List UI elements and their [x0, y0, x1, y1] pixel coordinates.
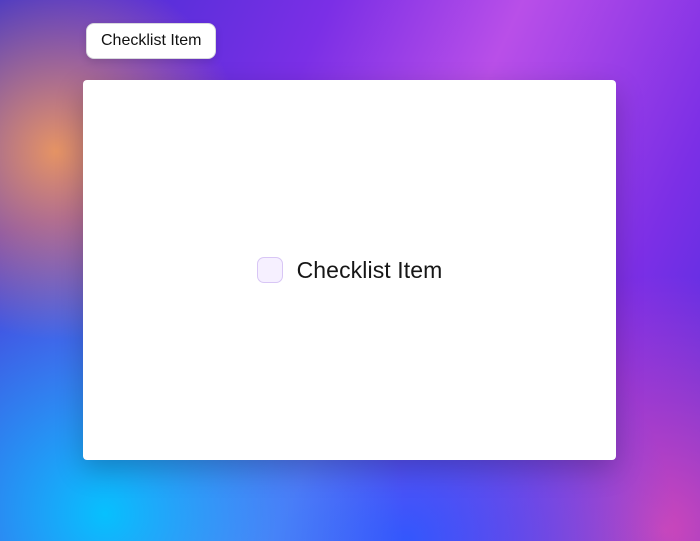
checklist-item-label: Checklist Item [297, 257, 443, 284]
checklist-item[interactable]: Checklist Item [257, 257, 443, 284]
checkbox-icon[interactable] [257, 257, 283, 283]
preview-card: Checklist Item [83, 80, 616, 460]
component-name-badge-text: Checklist Item [101, 32, 201, 49]
component-name-badge: Checklist Item [86, 23, 216, 59]
